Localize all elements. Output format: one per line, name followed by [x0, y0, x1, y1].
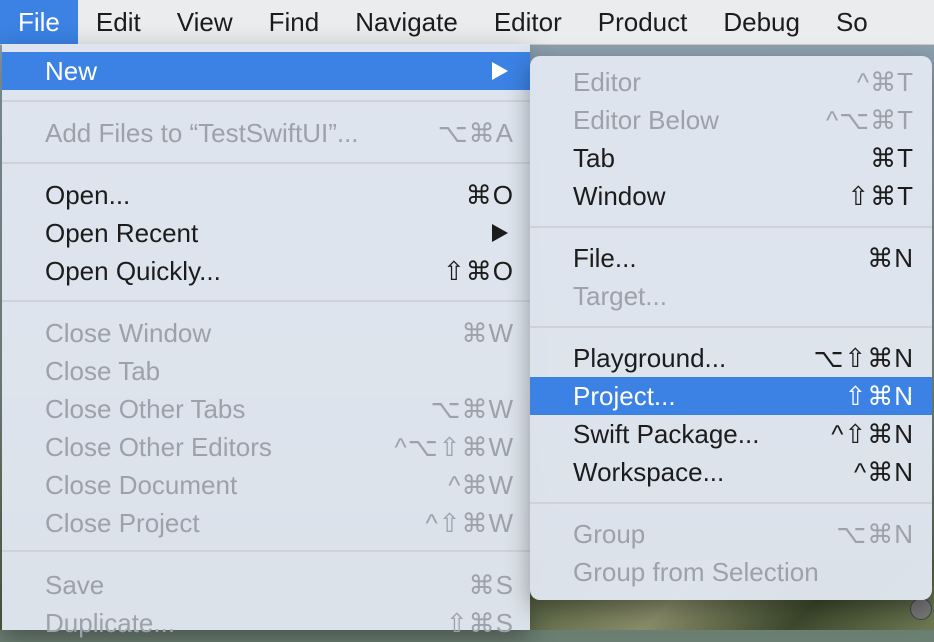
menu-item-label: Close Document — [45, 469, 238, 500]
menu-separator — [530, 502, 932, 504]
menu-item-close-other-tabs: Close Other Tabs ⌥⌘W — [2, 390, 530, 428]
menu-item-shortcut: ⇧⌘T — [847, 180, 914, 211]
menu-edit[interactable]: Edit — [78, 0, 159, 44]
menu-item-shortcut: ^⌥⇧⌘W — [394, 431, 514, 462]
submenu-item-project[interactable]: Project... ⇧⌘N — [530, 377, 932, 415]
menu-item-open[interactable]: Open... ⌘O — [2, 176, 530, 214]
menu-view[interactable]: View — [159, 0, 251, 44]
menu-item-shortcut: ⌥⌘A — [437, 117, 514, 148]
menu-item-label: Open Quickly... — [45, 255, 221, 286]
menu-file[interactable]: File — [0, 0, 78, 44]
menu-editor[interactable]: Editor — [476, 0, 580, 44]
menu-item-shortcut: ⌥⇧⌘N — [813, 342, 914, 373]
menu-item-shortcut: ⇧⌘O — [442, 255, 514, 286]
menu-item-label: Workspace... — [573, 456, 725, 487]
menu-item-shortcut: ^⌘N — [854, 456, 914, 487]
menu-item-duplicate: Duplicate... ⇧⌘S — [2, 604, 530, 642]
menu-item-label: Close Other Tabs — [45, 393, 246, 424]
submenu-item-target: Target... — [530, 277, 932, 315]
menu-item-shortcut: ^⌘T — [856, 66, 914, 97]
menu-item-label: Add Files to “TestSwiftUI”... — [45, 117, 359, 148]
menu-item-label: Close Window — [45, 317, 212, 348]
menu-item-label: Editor — [573, 66, 641, 97]
menu-item-label: Close Other Editors — [45, 431, 272, 462]
submenu-item-editor-below: Editor Below ^⌥⌘T — [530, 101, 932, 139]
menu-item-shortcut: ⇧⌘N — [844, 380, 914, 411]
new-submenu: Editor ^⌘T Editor Below ^⌥⌘T Tab ⌘T Wind… — [530, 56, 932, 600]
menu-item-label: Open Recent — [45, 217, 199, 248]
menu-item-label: Playground... — [573, 342, 727, 373]
menu-item-shortcut: ⌘N — [867, 242, 914, 273]
menu-item-label: Duplicate... — [45, 607, 176, 638]
menu-item-label: Close Project — [45, 507, 200, 538]
menu-item-shortcut: ⌥⌘W — [430, 393, 514, 424]
menu-product[interactable]: Product — [580, 0, 706, 44]
menu-item-save: Save ⌘S — [2, 566, 530, 604]
menu-separator — [530, 226, 932, 228]
menu-item-label: Group from Selection — [573, 556, 819, 587]
submenu-item-tab[interactable]: Tab ⌘T — [530, 139, 932, 177]
menu-item-label: Save — [45, 569, 105, 600]
window-edge-button[interactable] — [910, 598, 932, 620]
menu-item-shortcut: ^⇧⌘W — [425, 507, 514, 538]
menu-item-add-files: Add Files to “TestSwiftUI”... ⌥⌘A — [2, 114, 530, 152]
menu-item-shortcut: ⇧⌘S — [445, 607, 514, 638]
menu-item-shortcut: ^⇧⌘N — [831, 418, 914, 449]
menu-item-shortcut: ⌥⌘N — [836, 518, 914, 549]
menu-item-close-tab: Close Tab — [2, 352, 530, 390]
menu-item-label: Group — [573, 518, 646, 549]
menu-separator — [2, 300, 530, 302]
menu-item-label: Window — [573, 180, 666, 211]
submenu-item-window[interactable]: Window ⇧⌘T — [530, 177, 932, 215]
menu-item-label: Tab — [573, 142, 615, 173]
menu-navigate[interactable]: Navigate — [337, 0, 476, 44]
menu-item-open-recent[interactable]: Open Recent — [2, 214, 530, 252]
menu-item-label: Project... — [573, 380, 676, 411]
submenu-arrow-icon — [492, 224, 508, 242]
submenu-item-group: Group ⌥⌘N — [530, 515, 932, 553]
menu-item-open-quickly[interactable]: Open Quickly... ⇧⌘O — [2, 252, 530, 290]
submenu-item-workspace[interactable]: Workspace... ^⌘N — [530, 453, 932, 491]
submenu-item-group-from-selection: Group from Selection — [530, 553, 932, 591]
submenu-item-editor: Editor ^⌘T — [530, 63, 932, 101]
menu-separator — [530, 326, 932, 328]
menu-item-label: Open... — [45, 179, 131, 210]
menu-item-label: Target... — [573, 280, 667, 311]
menu-item-shortcut: ^⌥⌘T — [825, 104, 914, 135]
menu-item-close-other-editors: Close Other Editors ^⌥⇧⌘W — [2, 428, 530, 466]
menu-item-shortcut: ⌘T — [870, 142, 914, 173]
menu-item-new[interactable]: New — [2, 52, 530, 90]
menu-item-close-project: Close Project ^⇧⌘W — [2, 504, 530, 542]
menu-item-shortcut: ^⌘W — [448, 469, 514, 500]
menu-separator — [2, 100, 530, 102]
menu-separator — [2, 550, 530, 552]
submenu-item-file[interactable]: File... ⌘N — [530, 239, 932, 277]
menu-item-label: Close Tab — [45, 355, 161, 386]
menu-debug[interactable]: Debug — [705, 0, 818, 44]
file-menu: New Add Files to “TestSwiftUI”... ⌥⌘A Op… — [2, 44, 530, 638]
menu-item-shortcut: ⌘O — [465, 179, 514, 210]
menu-item-label: Swift Package... — [573, 418, 760, 449]
menu-item-label: File... — [573, 242, 637, 273]
menu-item-shortcut: ⌘W — [461, 317, 514, 348]
menu-bar: File Edit View Find Navigate Editor Prod… — [0, 0, 934, 45]
menu-item-label: New — [45, 55, 98, 86]
menu-source-control[interactable]: So — [818, 0, 886, 44]
menu-find[interactable]: Find — [251, 0, 338, 44]
menu-item-close-document: Close Document ^⌘W — [2, 466, 530, 504]
submenu-arrow-icon — [492, 62, 508, 80]
submenu-item-playground[interactable]: Playground... ⌥⇧⌘N — [530, 339, 932, 377]
submenu-item-swift-package[interactable]: Swift Package... ^⇧⌘N — [530, 415, 932, 453]
menu-item-shortcut: ⌘S — [468, 569, 514, 600]
menu-separator — [2, 162, 530, 164]
menu-item-close-window: Close Window ⌘W — [2, 314, 530, 352]
menu-item-label: Editor Below — [573, 104, 719, 135]
